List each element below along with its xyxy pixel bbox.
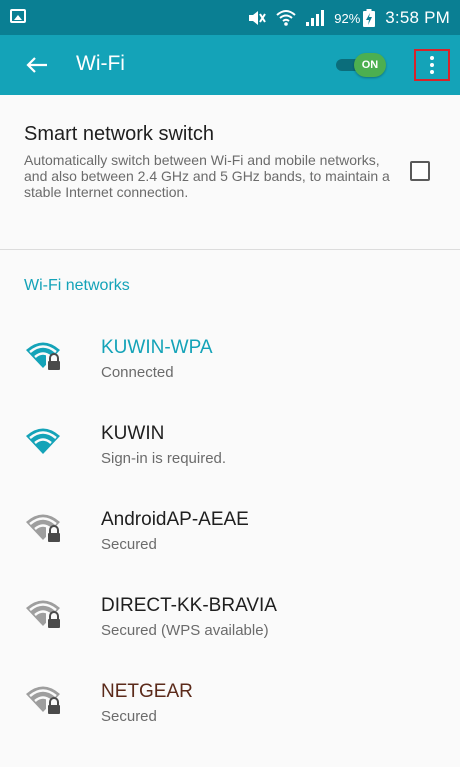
network-status: Connected (101, 364, 174, 381)
more-dot-icon (430, 70, 434, 74)
network-name: AndroidAP-AEAE (101, 509, 249, 530)
network-name: NETGEAR (101, 681, 193, 702)
network-name: KUWIN-WPA (101, 337, 213, 358)
back-arrow-icon (26, 57, 47, 73)
smart-switch-checkbox[interactable] (410, 161, 430, 181)
network-name: KUWIN (101, 423, 165, 444)
wifi-locked-icon (24, 681, 64, 715)
network-status: Secured (WPS available) (101, 622, 269, 639)
network-status: Sign-in is required. (101, 450, 227, 467)
smart-switch-description: Automatically switch between Wi-Fi and m… (24, 152, 390, 200)
battery-percent: 92% (334, 10, 361, 26)
more-dot-icon (430, 63, 434, 67)
network-item[interactable]: KUWIN-WPA Connected (0, 337, 460, 423)
signal-icon (306, 10, 325, 26)
status-icons: 92% 3:58 PM (246, 6, 450, 30)
network-item[interactable]: KUWIN Sign-in is required. (0, 423, 460, 509)
network-item[interactable]: DIRECT-KK-BRAVIA Secured (WPS available) (0, 595, 460, 681)
mute-icon (246, 9, 267, 27)
smart-network-switch[interactable]: Smart network switch Automatically switc… (0, 95, 460, 249)
toggle-knob: ON (354, 53, 386, 77)
network-name: DIRECT-KK-BRAVIA (101, 595, 277, 616)
app-bar: Wi-Fi ON (0, 35, 460, 95)
wifi-locked-icon (24, 337, 64, 371)
status-bar: 92% 3:58 PM (0, 0, 460, 35)
network-status: Secured (101, 536, 157, 553)
wifi-icon (276, 9, 296, 27)
divider (0, 249, 460, 250)
more-options-button[interactable] (414, 49, 450, 81)
wifi-toggle[interactable]: ON (336, 53, 386, 77)
back-button[interactable] (22, 50, 52, 80)
more-dot-icon (430, 56, 434, 60)
clock: 3:58 PM (385, 8, 450, 27)
page-title: Wi-Fi (76, 52, 125, 75)
wifi-locked-icon (24, 595, 64, 629)
network-item[interactable]: NETGEAR Secured (0, 681, 460, 767)
wifi-networks-header: Wi-Fi networks (24, 277, 130, 294)
wifi-icon (24, 423, 64, 457)
wifi-locked-icon (24, 509, 64, 543)
battery-icon (363, 9, 376, 27)
smart-switch-title: Smart network switch (24, 123, 215, 145)
gallery-icon (10, 9, 26, 23)
network-item[interactable]: AndroidAP-AEAE Secured (0, 509, 460, 595)
